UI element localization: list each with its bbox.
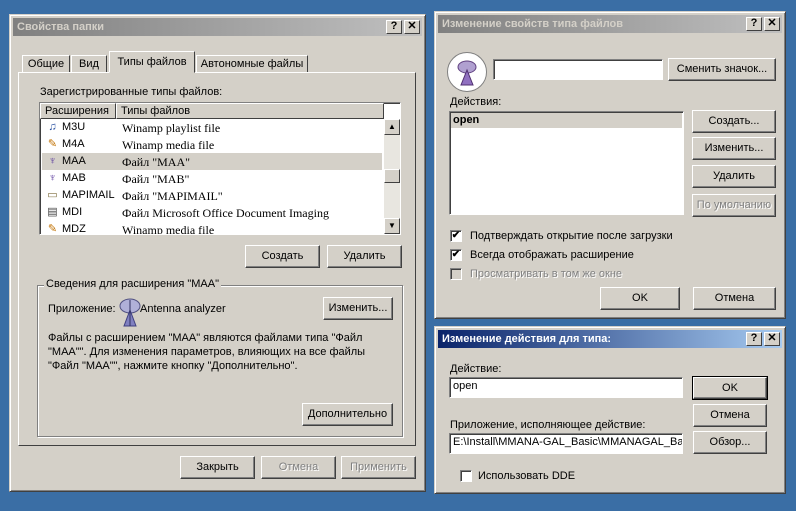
confirm-open-checkbox[interactable]: ✔ bbox=[450, 230, 462, 242]
app-name: Antenna analyzer bbox=[140, 303, 226, 315]
action-label: Действие: bbox=[450, 363, 502, 375]
tab-file-types[interactable]: Типы файлов bbox=[109, 51, 195, 73]
list-item[interactable]: ✎ MDZ Winamp media file bbox=[42, 221, 382, 234]
description-line-2: "MAA"". Для изменения параметров, влияющ… bbox=[48, 346, 366, 358]
edit-action-button[interactable]: Изменить... bbox=[692, 137, 776, 160]
antenna-icon: ♆ bbox=[48, 172, 57, 184]
action-input[interactable]: open bbox=[449, 377, 683, 398]
edit-action-window: Изменение действия для типа: ? ✕ Действи… bbox=[434, 326, 786, 494]
close-button[interactable]: ✕ bbox=[764, 17, 780, 31]
vertical-scrollbar[interactable]: ▲ ▼ bbox=[384, 119, 400, 234]
window-title: Изменение действия для типа: bbox=[442, 333, 612, 345]
edit-file-type-window: Изменение свойств типа файлов ? ✕ Сменит… bbox=[434, 11, 786, 319]
close-button[interactable]: ✕ bbox=[764, 332, 780, 346]
tab-general[interactable]: Общие bbox=[22, 55, 70, 73]
browse-same-window-checkbox[interactable] bbox=[450, 268, 462, 280]
scroll-up-arrow-icon[interactable]: ▲ bbox=[384, 119, 400, 135]
close-button[interactable]: ✕ bbox=[404, 20, 420, 34]
antenna-analyzer-icon bbox=[118, 298, 142, 328]
list-item-selected[interactable]: ♆ MAA Файл "MAA" bbox=[42, 153, 382, 170]
close-dialog-button[interactable]: Закрыть bbox=[180, 456, 255, 479]
ok-button[interactable]: OK bbox=[692, 376, 768, 400]
column-header-extensions[interactable]: Расширения bbox=[40, 103, 116, 119]
list-item[interactable]: ▭ MAPIMAIL Файл "MAPIMAIL" bbox=[42, 187, 382, 204]
browse-button[interactable]: Обзор... bbox=[693, 431, 767, 454]
change-icon-button[interactable]: Сменить значок... bbox=[668, 58, 776, 81]
cancel-button[interactable]: Отмена bbox=[261, 456, 336, 479]
document-imaging-icon: ▤ bbox=[47, 206, 58, 218]
list-item-selected[interactable]: open bbox=[451, 113, 682, 128]
description-line-1: Файлы с расширением "MAA" являются файла… bbox=[48, 332, 363, 344]
cancel-button[interactable]: Отмена bbox=[693, 287, 776, 310]
registered-types-label: Зарегистрированные типы файлов: bbox=[40, 86, 223, 98]
file-icon: ▭ bbox=[47, 189, 58, 201]
folder-options-titlebar[interactable]: Свойства папки ? ✕ bbox=[13, 18, 422, 36]
create-button[interactable]: Создать bbox=[245, 245, 320, 268]
list-item[interactable]: ♆ MAB Файл "MAB" bbox=[42, 170, 382, 187]
advanced-button[interactable]: Дополнительно bbox=[302, 403, 393, 426]
antenna-icon: ♆ bbox=[48, 155, 57, 167]
list-item[interactable]: ♫ M3U Winamp playlist file bbox=[42, 119, 382, 136]
change-app-button[interactable]: Изменить... bbox=[323, 297, 393, 320]
window-title: Свойства папки bbox=[17, 21, 105, 33]
file-type-icon[interactable] bbox=[447, 52, 487, 92]
confirm-open-label[interactable]: Подтверждать открытие после загрузки bbox=[470, 230, 673, 242]
file-type-name-input[interactable] bbox=[493, 59, 663, 80]
always-show-extension-checkbox[interactable]: ✔ bbox=[450, 249, 462, 261]
edit-action-titlebar[interactable]: Изменение действия для типа: ? ✕ bbox=[438, 330, 782, 348]
winamp-media-icon: ✎ bbox=[47, 223, 58, 234]
tab-view[interactable]: Вид bbox=[71, 55, 107, 73]
cancel-button[interactable]: Отмена bbox=[693, 404, 767, 427]
help-button[interactable]: ? bbox=[746, 17, 762, 31]
browse-same-window-label[interactable]: Просматривать в том же окне bbox=[470, 268, 622, 280]
list-item[interactable]: ✎ M4A Winamp media file bbox=[42, 136, 382, 153]
help-button[interactable]: ? bbox=[746, 332, 762, 346]
column-header-file-types[interactable]: Типы файлов bbox=[116, 103, 384, 119]
winamp-playlist-icon: ♫ bbox=[48, 121, 57, 133]
use-dde-label[interactable]: Использовать DDE bbox=[478, 470, 575, 482]
ok-button[interactable]: OK bbox=[600, 287, 680, 310]
apply-button[interactable]: Применить bbox=[341, 456, 416, 479]
list-item[interactable]: ▤ MDI Файл Microsoft Office Document Ima… bbox=[42, 204, 382, 221]
edit-file-type-titlebar[interactable]: Изменение свойств типа файлов ? ✕ bbox=[438, 15, 782, 33]
actions-label: Действия: bbox=[450, 96, 502, 108]
actions-list[interactable]: open bbox=[449, 111, 684, 215]
set-default-button[interactable]: По умолчанию bbox=[692, 194, 776, 217]
file-types-list[interactable]: Расширения Типы файлов ♫ M3U Winamp play… bbox=[39, 102, 401, 235]
use-dde-checkbox[interactable] bbox=[460, 470, 472, 482]
delete-button[interactable]: Удалить bbox=[327, 245, 402, 268]
winamp-media-icon: ✎ bbox=[47, 138, 58, 150]
scroll-thumb[interactable] bbox=[384, 169, 400, 183]
delete-action-button[interactable]: Удалить bbox=[692, 165, 776, 188]
application-path-input[interactable]: E:\Install\MMANA-GAL_Basic\MMANAGAL_Basi bbox=[449, 433, 683, 454]
always-show-extension-label[interactable]: Всегда отображать расширение bbox=[470, 249, 634, 261]
app-label: Приложение: bbox=[48, 303, 116, 315]
scroll-down-arrow-icon[interactable]: ▼ bbox=[384, 218, 400, 234]
application-label: Приложение, исполняющее действие: bbox=[450, 419, 646, 431]
folder-options-window: Свойства папки ? ✕ Общие Вид Типы файлов… bbox=[9, 14, 426, 492]
create-action-button[interactable]: Создать... bbox=[692, 110, 776, 133]
description-line-3: "Файл "MAA"", нажмите кнопку "Дополнител… bbox=[48, 360, 298, 372]
details-group-title: Сведения для расширения "MAA" bbox=[44, 278, 221, 290]
tab-offline-files[interactable]: Автономные файлы bbox=[196, 55, 308, 73]
window-title: Изменение свойств типа файлов bbox=[442, 18, 624, 30]
help-button[interactable]: ? bbox=[386, 20, 402, 34]
